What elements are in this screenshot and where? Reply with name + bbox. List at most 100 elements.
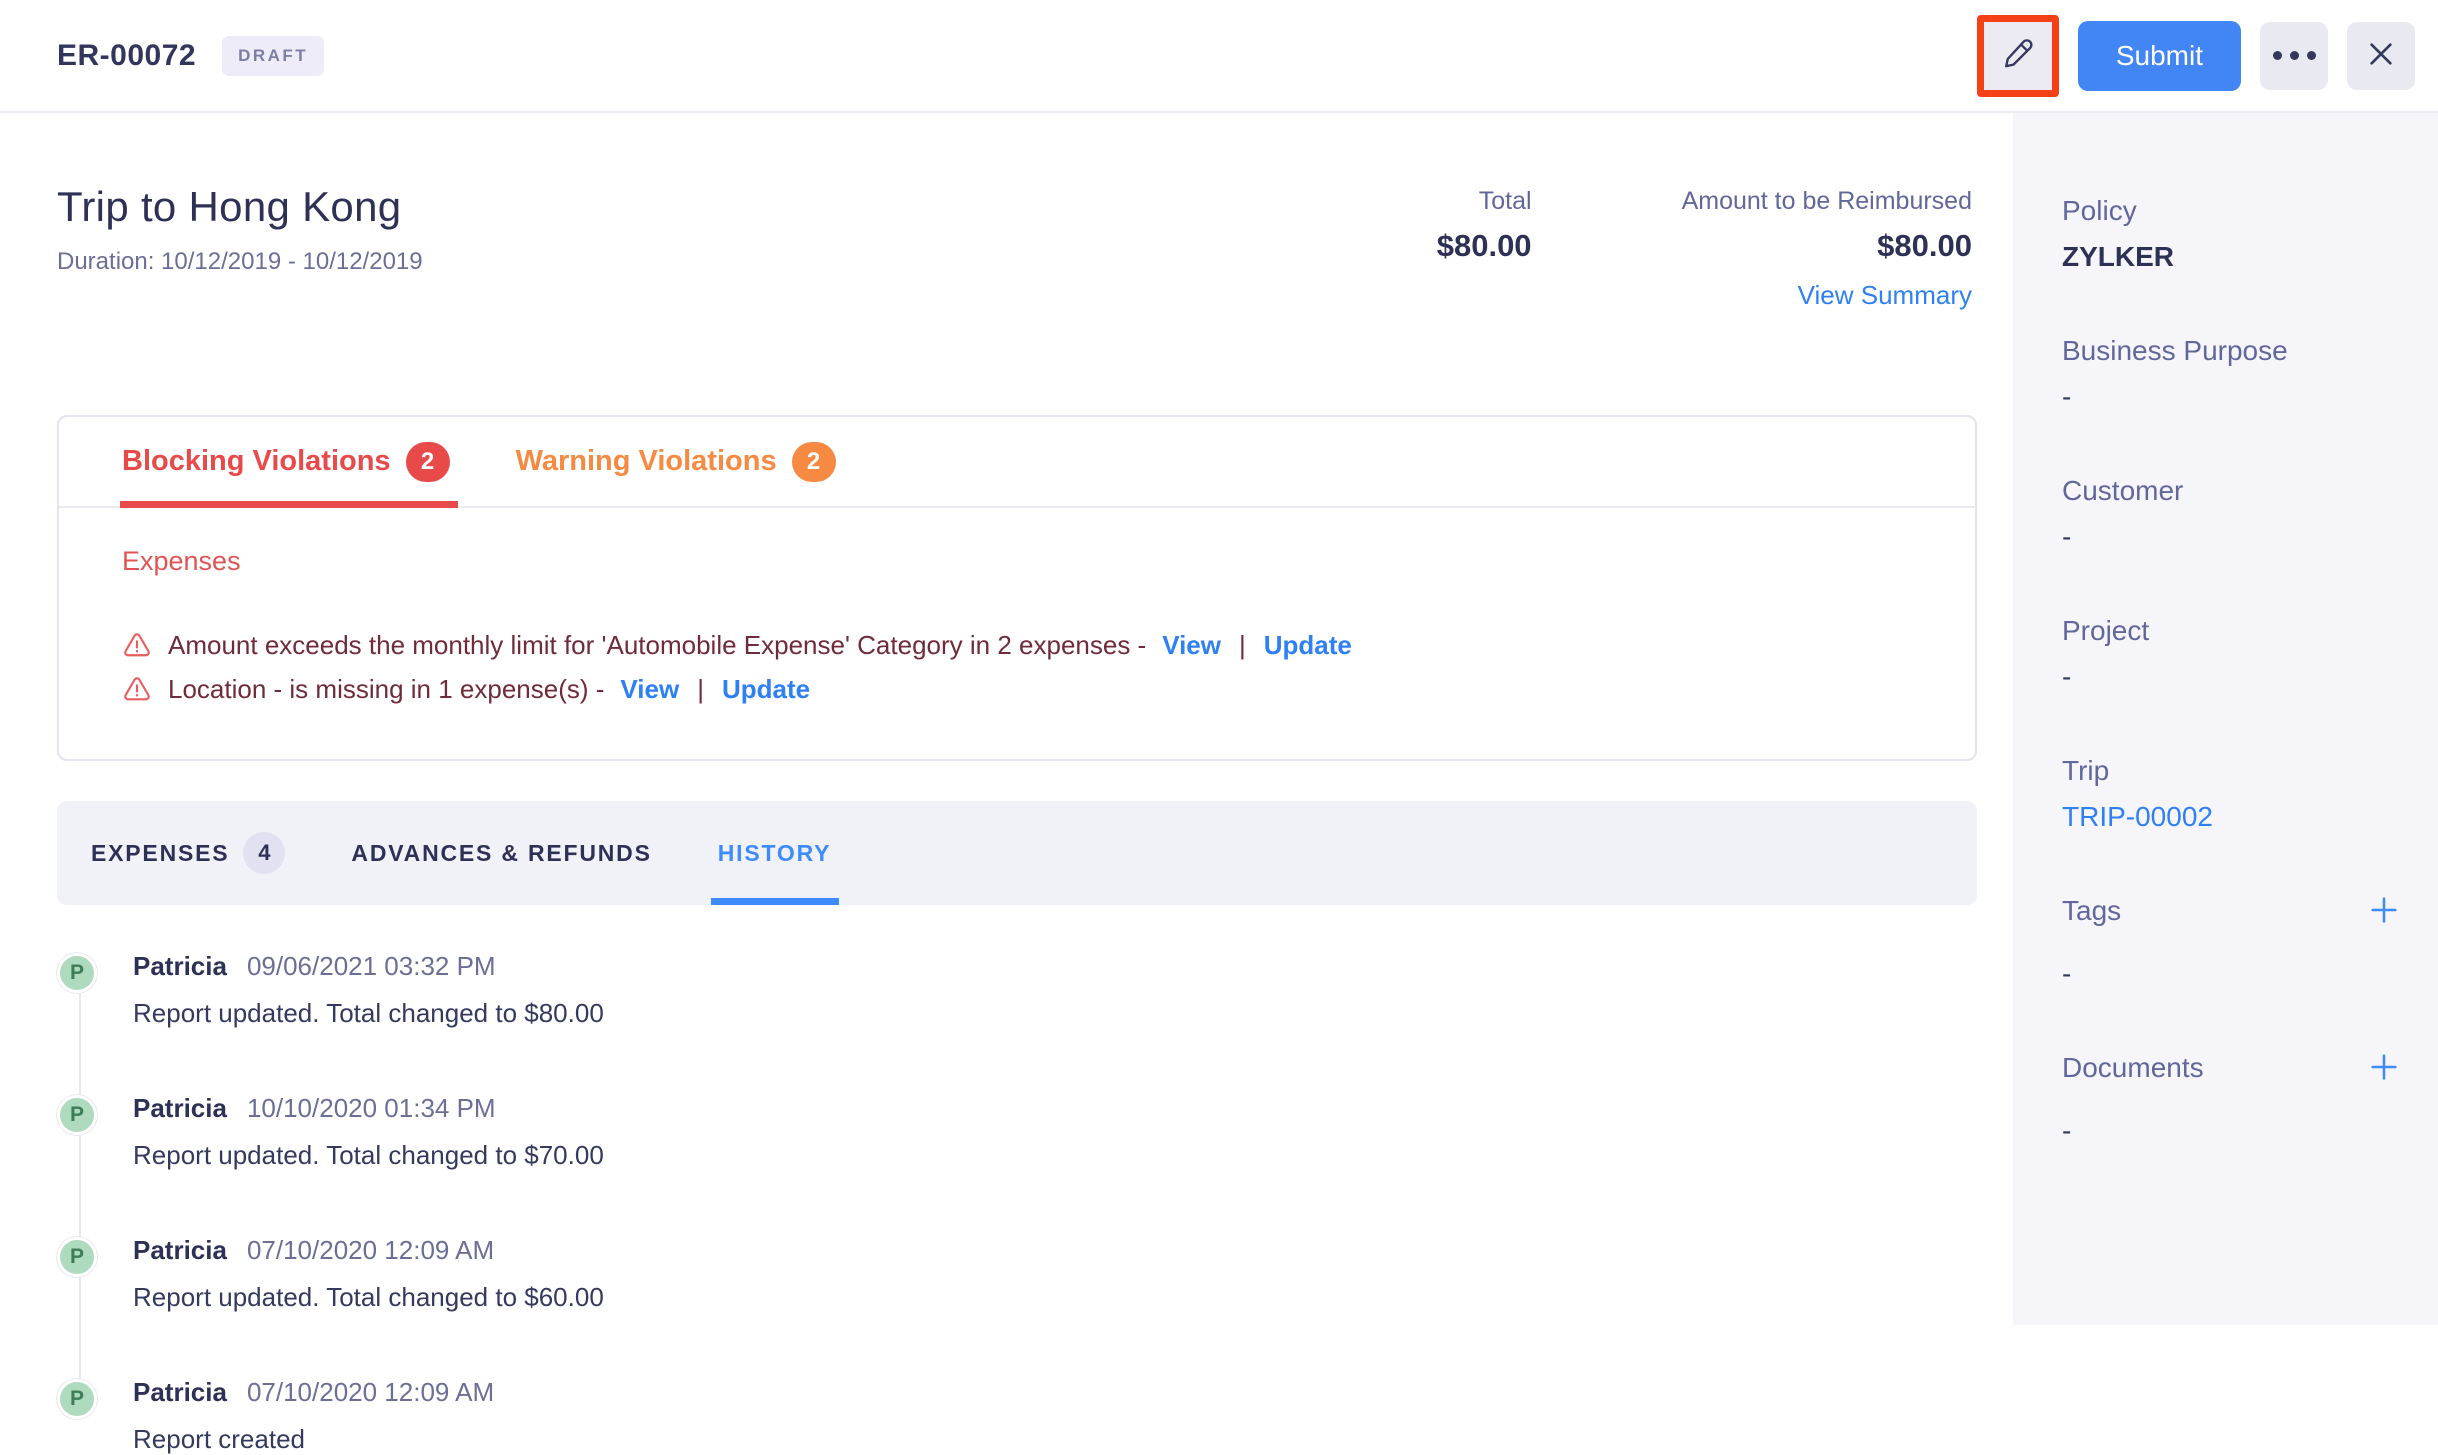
more-actions-button[interactable] — [2260, 22, 2328, 90]
report-summary: Trip to Hong Kong Duration: 10/12/2019 -… — [57, 183, 1972, 311]
project-label: Project — [2062, 613, 2402, 649]
history-entry: P Patricia 07/10/2020 12:09 AM Report cr… — [60, 1377, 1972, 1455]
sidebar-field-trip: Trip TRIP-00002 — [2062, 753, 2402, 836]
history-entry: P Patricia 07/10/2020 12:09 AM Report up… — [60, 1235, 1972, 1313]
history-timestamp: 09/06/2021 03:32 PM — [247, 951, 496, 982]
add-document-button[interactable] — [2366, 1050, 2402, 1086]
link-separator: | — [1237, 630, 1248, 661]
expenses-tab-label: EXPENSES — [91, 840, 229, 867]
blocking-violations-label: Blocking Violations — [122, 445, 391, 478]
plus-icon — [2367, 893, 2401, 930]
sidebar-field-business-purpose: Business Purpose - — [2062, 333, 2402, 416]
tab-advances-refunds[interactable]: ADVANCES & REFUNDS — [351, 801, 651, 905]
total-block: Total $80.00 — [1437, 187, 1532, 311]
history-description: Report created — [133, 1424, 494, 1455]
edit-button[interactable] — [1984, 22, 2052, 90]
history-timeline: P Patricia 09/06/2021 03:32 PM Report up… — [57, 951, 1972, 1455]
history-timestamp: 10/10/2020 01:34 PM — [247, 1093, 496, 1124]
violations-section-title: Expenses — [122, 546, 1935, 577]
total-label: Total — [1437, 187, 1532, 216]
history-description: Report updated. Total changed to $70.00 — [133, 1140, 604, 1171]
history-user-name: Patricia — [133, 951, 227, 982]
main-panel: Trip to Hong Kong Duration: 10/12/2019 -… — [0, 113, 2013, 1325]
documents-label: Documents — [2062, 1050, 2204, 1086]
history-tab-label: HISTORY — [718, 840, 832, 867]
history-entry-content: Patricia 10/10/2020 01:34 PM Report upda… — [133, 1093, 604, 1171]
violation-view-link[interactable]: View — [1162, 630, 1221, 661]
violation-view-link[interactable]: View — [620, 674, 679, 705]
sidebar-field-documents: Documents - — [2062, 1050, 2402, 1150]
add-tag-button[interactable] — [2366, 893, 2402, 929]
ellipsis-icon — [2273, 51, 2316, 60]
submit-button[interactable]: Submit — [2078, 21, 2241, 91]
blocking-count-badge: 2 — [406, 442, 450, 482]
business-purpose-value: - — [2062, 378, 2402, 416]
history-entry: P Patricia 09/06/2021 03:32 PM Report up… — [60, 951, 1972, 1029]
project-value: - — [2062, 658, 2402, 696]
avatar: P — [57, 1379, 97, 1419]
violations-card: Blocking Violations 2 Warning Violations… — [57, 415, 1977, 761]
header-bar: ER-00072 DRAFT Submit — [0, 0, 2438, 113]
trip-link[interactable]: TRIP-00002 — [2062, 798, 2402, 836]
expenses-count-badge: 4 — [243, 832, 285, 874]
business-purpose-label: Business Purpose — [2062, 333, 2402, 369]
sidebar-field-policy: Policy ZYLKER — [2062, 193, 2402, 276]
customer-value: - — [2062, 518, 2402, 556]
section-tabs-bar: EXPENSES 4 ADVANCES & REFUNDS HISTORY — [57, 801, 1977, 905]
alert-triangle-icon — [122, 630, 152, 660]
trip-label: Trip — [2062, 753, 2402, 789]
tab-warning-violations[interactable]: Warning Violations 2 — [516, 417, 836, 506]
edit-highlight-annotation — [1977, 15, 2059, 97]
amounts-block: Total $80.00 Amount to be Reimbursed $80… — [1437, 187, 1972, 311]
reimburse-value: $80.00 — [1682, 228, 1972, 264]
history-entry-content: Patricia 07/10/2020 12:09 AM Report upda… — [133, 1235, 604, 1313]
x-icon — [2365, 38, 2397, 73]
history-entry-content: Patricia 07/10/2020 12:09 AM Report crea… — [133, 1377, 494, 1455]
history-entry: P Patricia 10/10/2020 01:34 PM Report up… — [60, 1093, 1972, 1171]
close-button[interactable] — [2347, 22, 2415, 90]
tab-blocking-violations[interactable]: Blocking Violations 2 — [122, 417, 450, 506]
advances-tab-label: ADVANCES & REFUNDS — [351, 840, 651, 867]
warning-count-badge: 2 — [792, 442, 836, 482]
tab-expenses[interactable]: EXPENSES 4 — [91, 801, 285, 905]
tags-label: Tags — [2062, 893, 2121, 929]
tab-history[interactable]: HISTORY — [718, 801, 832, 905]
policy-label: Policy — [2062, 193, 2402, 229]
violation-row: Location - is missing in 1 expense(s) - … — [122, 667, 1935, 711]
history-entry-content: Patricia 09/06/2021 03:32 PM Report upda… — [133, 951, 604, 1029]
history-description: Report updated. Total changed to $80.00 — [133, 998, 604, 1029]
sidebar-field-customer: Customer - — [2062, 473, 2402, 556]
history-timestamp: 07/10/2020 12:09 AM — [247, 1235, 494, 1266]
policy-value: ZYLKER — [2062, 238, 2402, 276]
total-value: $80.00 — [1437, 228, 1532, 264]
history-description: Report updated. Total changed to $60.00 — [133, 1282, 604, 1313]
report-title-block: Trip to Hong Kong Duration: 10/12/2019 -… — [57, 183, 423, 311]
avatar: P — [57, 1095, 97, 1135]
violation-update-link[interactable]: Update — [722, 674, 810, 705]
header-left: ER-00072 DRAFT — [57, 36, 324, 76]
avatar: P — [57, 953, 97, 993]
violations-list: Amount exceeds the monthly limit for 'Au… — [122, 623, 1935, 711]
history-user-name: Patricia — [133, 1377, 227, 1408]
reimburse-label: Amount to be Reimbursed — [1682, 187, 1972, 216]
plus-icon — [2367, 1050, 2401, 1087]
pencil-icon — [2001, 37, 2035, 74]
violation-update-link[interactable]: Update — [1264, 630, 1352, 661]
customer-label: Customer — [2062, 473, 2402, 509]
history-user-name: Patricia — [133, 1235, 227, 1266]
sidebar-field-tags: Tags - — [2062, 893, 2402, 993]
reimburse-block: Amount to be Reimbursed $80.00 View Summ… — [1682, 187, 1972, 311]
sidebar-field-project: Project - — [2062, 613, 2402, 696]
expense-report-page: ER-00072 DRAFT Submit — [0, 0, 2438, 1325]
timeline-connector — [79, 975, 81, 1395]
avatar: P — [57, 1237, 97, 1277]
view-summary-link[interactable]: View Summary — [1798, 280, 1972, 311]
report-title: Trip to Hong Kong — [57, 183, 423, 231]
link-separator: | — [695, 674, 706, 705]
tags-value: - — [2062, 955, 2402, 993]
details-sidebar: Policy ZYLKER Business Purpose - Custome… — [2013, 113, 2438, 1325]
report-id: ER-00072 — [57, 39, 196, 73]
report-duration: Duration: 10/12/2019 - 10/12/2019 — [57, 248, 423, 276]
violations-tab-row: Blocking Violations 2 Warning Violations… — [59, 417, 1975, 508]
violations-body: Expenses Amount exceeds the monthly limi… — [59, 508, 1975, 759]
